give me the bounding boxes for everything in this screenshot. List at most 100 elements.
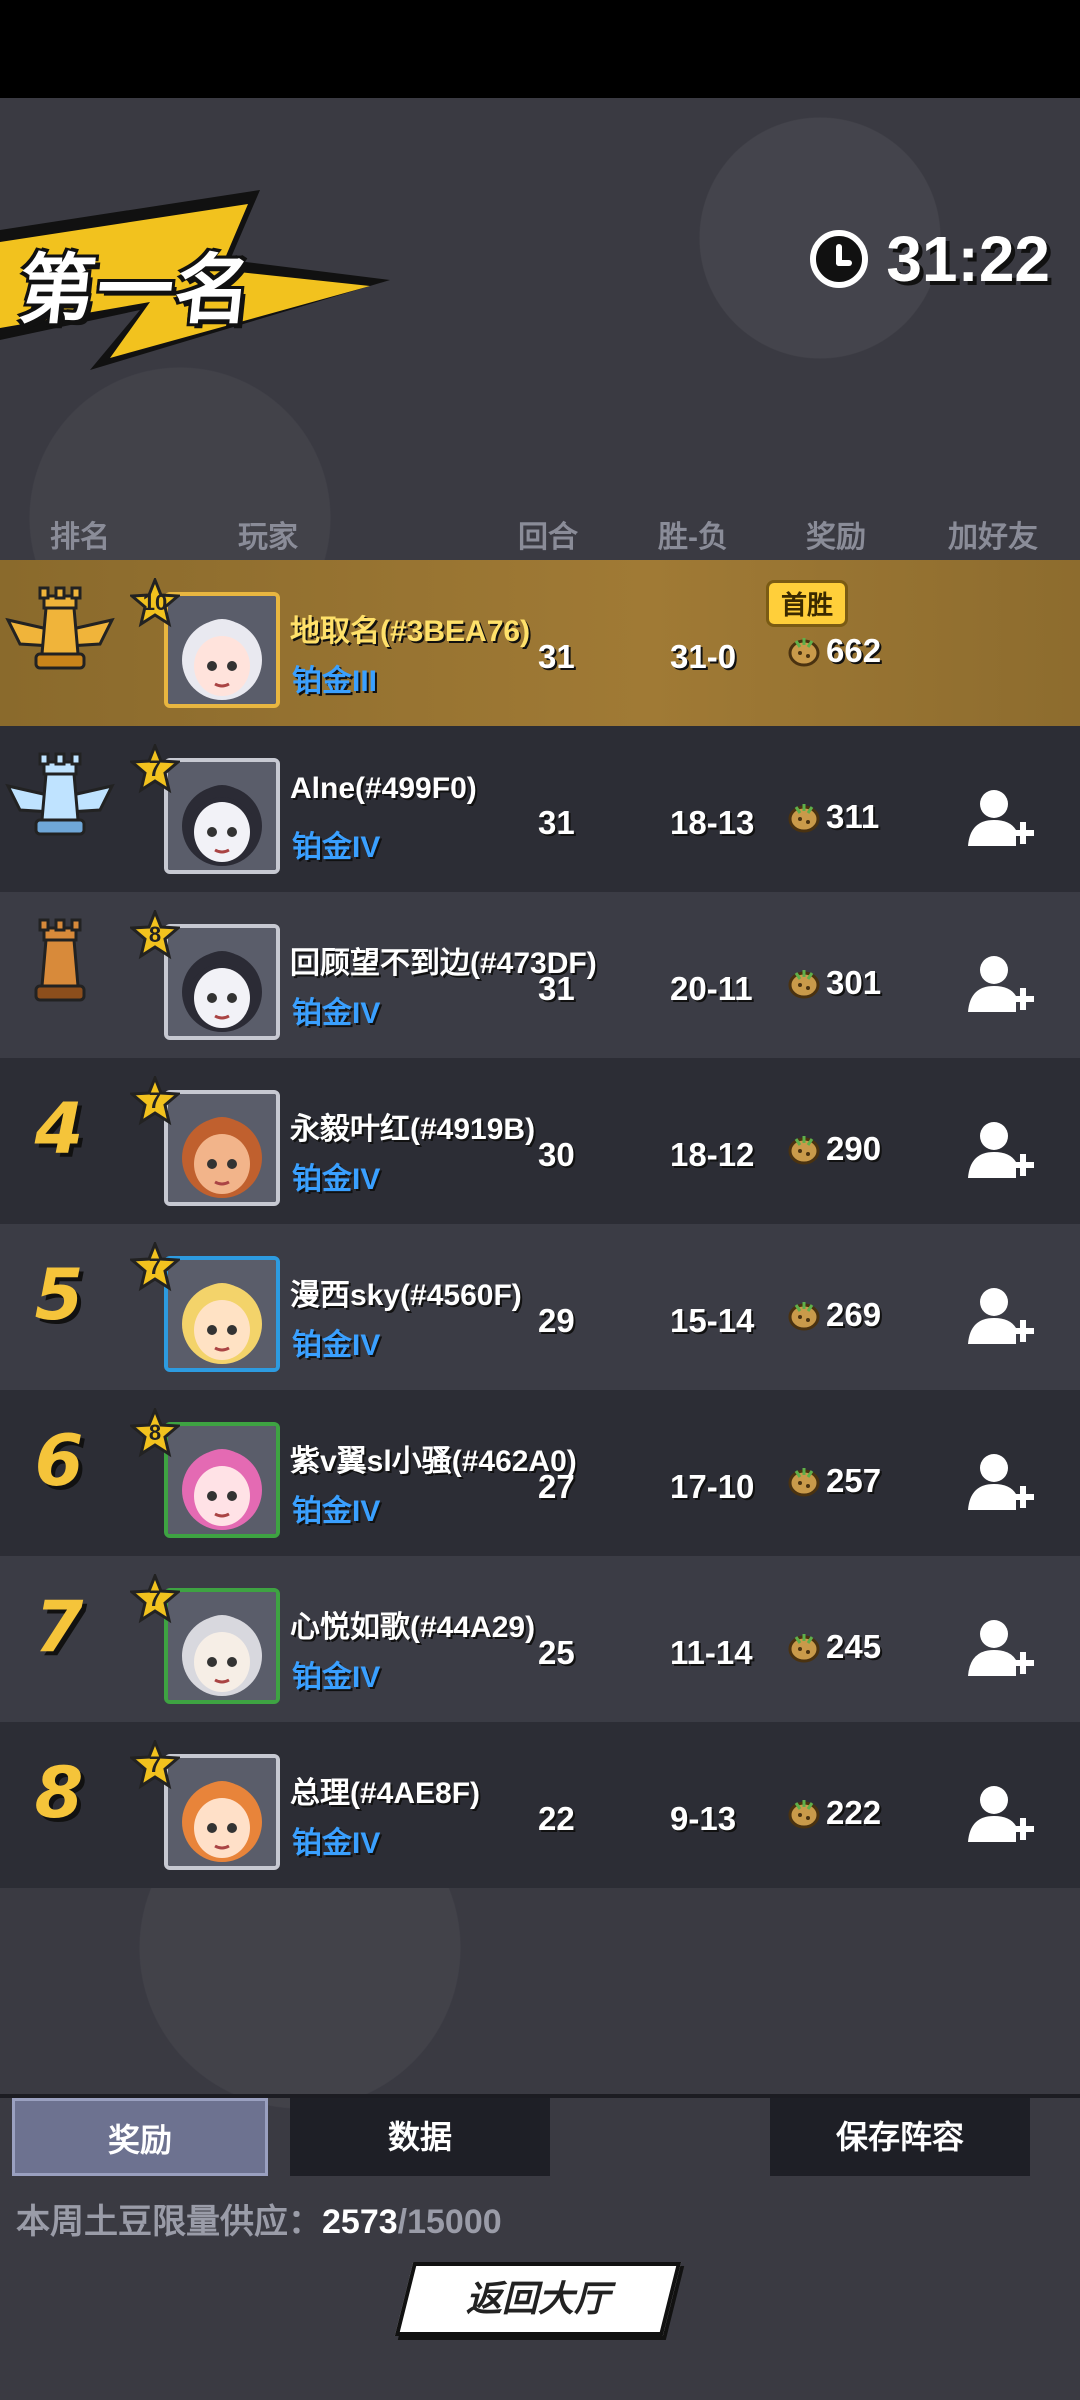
character-portrait-icon xyxy=(168,1758,276,1866)
level-badge: 7 xyxy=(130,744,180,794)
reward: 222 xyxy=(786,1794,881,1832)
player-name: 漫西sky(#4560F) xyxy=(290,1279,522,1312)
player-row: 5 7 漫西sky(#4560F) 铂金IV 29 15-14 269 xyxy=(0,1224,1080,1390)
reward-value: 290 xyxy=(826,1130,882,1167)
col-rank: 排名 xyxy=(50,521,110,554)
win-loss: 9-13 xyxy=(670,1800,737,1837)
player-row: 7 7 心悦如歌(#44A29) 铂金IV 25 11-14 245 xyxy=(0,1556,1080,1722)
round-count: 30 xyxy=(538,1136,575,1173)
tab-reward[interactable]: 奖励 xyxy=(12,2098,268,2176)
reward: 662 xyxy=(786,632,881,670)
potato-coin-icon xyxy=(788,804,820,833)
reward: 269 xyxy=(786,1296,881,1334)
reward: 311 xyxy=(786,798,879,836)
player-name: Alne(#499F0) xyxy=(290,772,477,805)
player-tier: 铂金IV xyxy=(292,831,381,864)
potato-coin-icon xyxy=(788,1302,820,1331)
player-tier: 铂金IV xyxy=(292,1827,381,1860)
win-loss: 31-0 xyxy=(670,638,737,675)
player-tier: 铂金IV xyxy=(292,1163,381,1196)
character-portrait-icon xyxy=(168,1260,276,1368)
potato-coin-icon xyxy=(788,638,820,667)
weekly-supply: 本周土豆限量供应：2573/15000 xyxy=(16,2194,502,2243)
add-friend-icon[interactable] xyxy=(966,1284,1036,1348)
player-name: 总理(#4AE8F) xyxy=(290,1777,481,1810)
player-avatar[interactable] xyxy=(164,1256,280,1372)
place-title: 第一名 xyxy=(14,245,258,334)
match-timer: 31:22 xyxy=(810,222,1050,296)
reward-value: 301 xyxy=(826,964,882,1001)
column-headers: 排名 玩家 回合 胜-负 奖励 加好友 xyxy=(0,512,1080,556)
potato-coin-icon xyxy=(788,1800,820,1829)
character-portrait-icon xyxy=(168,762,276,870)
reward-value: 311 xyxy=(826,798,880,835)
potato-coin-icon xyxy=(788,1136,820,1165)
rank-number: 4 xyxy=(34,1088,84,1170)
level-badge: 10 xyxy=(130,578,180,628)
player-avatar[interactable] xyxy=(164,1422,280,1538)
player-name: 地取名(#3BEA76) xyxy=(290,615,531,648)
reward-value: 269 xyxy=(826,1296,882,1333)
win-loss: 18-12 xyxy=(670,1136,755,1173)
add-friend-icon[interactable] xyxy=(966,1118,1036,1182)
add-friend-icon[interactable] xyxy=(966,1450,1036,1514)
round-count: 25 xyxy=(538,1634,575,1671)
tab-data[interactable]: 数据 xyxy=(290,2098,550,2176)
player-avatar[interactable] xyxy=(164,924,280,1040)
character-portrait-icon xyxy=(168,1094,276,1202)
character-portrait-icon xyxy=(168,1426,276,1534)
level-number: 8 xyxy=(148,922,162,947)
round-count: 31 xyxy=(538,804,575,841)
save-lineup-button[interactable]: 保存阵容 xyxy=(770,2098,1030,2176)
round-count: 31 xyxy=(538,638,575,675)
win-loss: 11-14 xyxy=(670,1634,753,1671)
bronze-rook-trophy-icon xyxy=(34,918,86,1002)
clock-icon xyxy=(810,230,869,288)
level-number: 10 xyxy=(142,590,168,615)
rank-number: 8 xyxy=(34,1752,84,1834)
supply-label: 本周土豆限量供应： xyxy=(16,2203,322,2241)
win-loss: 17-10 xyxy=(670,1468,755,1505)
player-row: 4 7 永毅叶红(#4919B) 铂金IV 30 18-12 290 xyxy=(0,1058,1080,1224)
player-avatar[interactable] xyxy=(164,1754,280,1870)
add-friend-icon[interactable] xyxy=(966,952,1036,1016)
reward: 301 xyxy=(786,964,881,1002)
col-player: 玩家 xyxy=(238,521,298,554)
character-portrait-icon xyxy=(168,596,276,704)
player-row: 6 8 紫v翼sl小骚(#462A0) 铂金IV 27 17-10 257 xyxy=(0,1390,1080,1556)
return-lobby-button[interactable]: 返回大厅 xyxy=(394,2262,682,2336)
player-avatar[interactable] xyxy=(164,1588,280,1704)
level-badge: 8 xyxy=(130,1408,180,1458)
level-badge: 7 xyxy=(130,1574,180,1624)
rank-number: 5 xyxy=(34,1254,84,1336)
round-count: 22 xyxy=(538,1800,575,1837)
player-avatar[interactable] xyxy=(164,758,280,874)
reward: 245 xyxy=(786,1628,881,1666)
round-count: 31 xyxy=(538,970,575,1007)
player-row: 7 Alne(#499F0) 铂金IV 31 18-13 311 xyxy=(0,726,1080,892)
player-tier: 铂金III xyxy=(292,665,378,698)
potato-coin-icon xyxy=(788,970,820,999)
player-name: 永毅叶红(#4919B) xyxy=(290,1113,536,1146)
add-friend-icon[interactable] xyxy=(966,1782,1036,1846)
player-name: 紫v翼sl小骚(#462A0) xyxy=(290,1445,577,1478)
reward-value: 222 xyxy=(826,1794,882,1831)
win-loss: 20-11 xyxy=(670,970,753,1007)
add-friend-icon[interactable] xyxy=(966,786,1036,850)
player-tier: 铂金IV xyxy=(292,997,381,1030)
col-round: 回合 xyxy=(518,521,578,554)
potato-coin-icon xyxy=(788,1468,820,1497)
status-bar xyxy=(0,0,1080,98)
return-lobby-label: 返回大厅 xyxy=(465,2278,610,2319)
player-avatar[interactable] xyxy=(164,592,280,708)
player-name: 心悦如歌(#44A29) xyxy=(290,1611,536,1644)
level-badge: 8 xyxy=(130,910,180,960)
level-number: 7 xyxy=(148,756,162,781)
timer-text: 31:22 xyxy=(886,223,1050,295)
win-loss: 15-14 xyxy=(670,1302,755,1339)
add-friend-icon[interactable] xyxy=(966,1616,1036,1680)
player-avatar[interactable] xyxy=(164,1090,280,1206)
reward: 257 xyxy=(786,1462,881,1500)
level-number: 8 xyxy=(148,1420,162,1445)
round-count: 27 xyxy=(538,1468,575,1505)
